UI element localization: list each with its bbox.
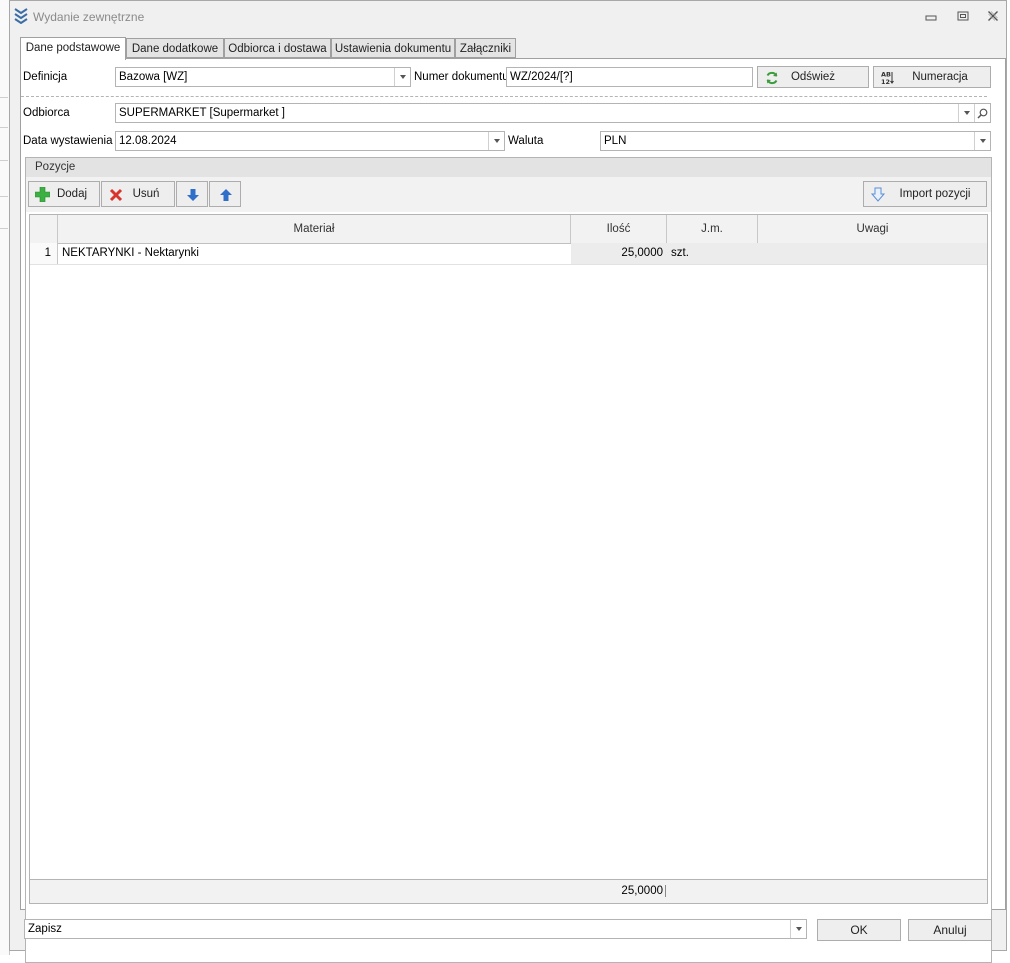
tab-zalaczniki[interactable]: Załączniki bbox=[455, 38, 516, 58]
row-quantity[interactable]: 25,0000 bbox=[571, 243, 667, 264]
positions-grid: Materiał Ilość J.m. Uwagi 1 NEKTARYNKI -… bbox=[29, 214, 988, 904]
chevron-down-icon[interactable] bbox=[958, 104, 974, 122]
tab-dane-dodatkowe[interactable]: Dane dodatkowe bbox=[126, 38, 224, 58]
chevron-down-icon[interactable] bbox=[790, 920, 806, 938]
title-bar: Wydanie zewnętrzne bbox=[10, 1, 1006, 29]
recipient-value: SUPERMARKET [Supermarket ] bbox=[119, 107, 285, 119]
column-header-unit[interactable]: J.m. bbox=[667, 215, 758, 243]
positions-toolbar: Dodaj Usuń Import pozycji bbox=[26, 177, 991, 212]
row-unit[interactable]: szt. bbox=[667, 243, 758, 264]
remove-button[interactable]: Usuń bbox=[101, 181, 175, 207]
currency-select[interactable]: PLN bbox=[600, 131, 991, 151]
doc-number-field[interactable]: WZ/2024/[?] bbox=[506, 67, 753, 87]
tab-dane-podstawowe[interactable]: Dane podstawowe bbox=[20, 37, 126, 60]
dialog-window: Wydanie zewnętrzne Dane podstawowe Dane … bbox=[9, 0, 1007, 963]
search-icon[interactable] bbox=[974, 104, 990, 122]
refresh-label: Odśwież bbox=[790, 71, 836, 83]
column-header-quantity[interactable]: Ilość bbox=[571, 215, 667, 243]
definition-select[interactable]: Bazowa [WZ] bbox=[115, 67, 411, 87]
chevron-down-icon[interactable] bbox=[974, 132, 990, 150]
save-action-select[interactable]: Zapisz bbox=[24, 919, 807, 939]
add-label: Dodaj bbox=[56, 188, 88, 200]
import-positions-label: Import pozycji bbox=[899, 188, 971, 200]
tab-odbiorca-i-dostawa[interactable]: Odbiorca i dostawa bbox=[224, 38, 331, 58]
arrow-up-icon bbox=[218, 187, 233, 202]
currency-label: Waluta bbox=[508, 135, 544, 147]
ok-button[interactable]: OK bbox=[817, 919, 901, 941]
close-icon[interactable] bbox=[985, 8, 1001, 24]
grid-summary-footer: 25,0000 bbox=[29, 879, 988, 904]
numbering-label: Numeracja bbox=[912, 71, 968, 83]
arrow-down-icon bbox=[185, 187, 200, 202]
tab-panel: Definicja Bazowa [WZ] Numer dokumentu WZ… bbox=[20, 58, 1006, 963]
row-notes[interactable] bbox=[758, 243, 987, 264]
app-chevrons-icon bbox=[14, 8, 28, 25]
chevron-down-icon[interactable] bbox=[394, 68, 410, 86]
save-action-value: Zapisz bbox=[28, 923, 62, 935]
move-down-button[interactable] bbox=[176, 181, 208, 207]
column-header-notes[interactable]: Uwagi bbox=[758, 215, 987, 243]
window-title: Wydanie zewnętrzne bbox=[33, 10, 145, 24]
remove-label: Usuń bbox=[132, 188, 160, 200]
row-indicator-header bbox=[30, 215, 58, 243]
import-positions-button[interactable]: Import pozycji bbox=[863, 181, 987, 207]
positions-group-title: Pozycje bbox=[35, 161, 76, 173]
recipient-select[interactable]: SUPERMARKET [Supermarket ] bbox=[115, 103, 991, 123]
refresh-button[interactable]: Odśwież bbox=[757, 66, 869, 88]
issue-date-field[interactable]: 12.08.2024 bbox=[115, 131, 505, 151]
column-header-material[interactable]: Materiał bbox=[58, 215, 571, 243]
move-up-button[interactable] bbox=[209, 181, 241, 207]
grid-header: Materiał Ilość J.m. Uwagi bbox=[30, 215, 987, 244]
total-quantity: 25,0000 bbox=[599, 885, 666, 897]
currency-value: PLN bbox=[604, 135, 627, 147]
add-button[interactable]: Dodaj bbox=[28, 181, 100, 207]
doc-number-value: WZ/2024/[?] bbox=[510, 71, 573, 83]
row-material[interactable]: NEKTARYNKI - Nektarynki bbox=[58, 243, 571, 264]
row-index: 1 bbox=[30, 243, 58, 264]
cancel-button[interactable]: Anuluj bbox=[908, 919, 992, 941]
definition-label: Definicja bbox=[23, 71, 68, 83]
recipient-label: Odbiorca bbox=[23, 107, 70, 119]
minimize-icon[interactable] bbox=[923, 8, 939, 24]
doc-number-label: Numer dokumentu bbox=[414, 71, 509, 83]
issue-date-label: Data wystawienia bbox=[23, 135, 113, 147]
chevron-down-icon[interactable] bbox=[488, 132, 504, 150]
section-divider bbox=[21, 96, 987, 97]
numbering-button[interactable]: AB 12 Numeracja bbox=[873, 66, 991, 88]
positions-group-header: Pozycje bbox=[26, 158, 991, 178]
definition-value: Bazowa [WZ] bbox=[119, 71, 188, 83]
positions-group: Pozycje Dodaj Usuń Import pozycji Materi… bbox=[25, 157, 992, 963]
maximize-icon[interactable] bbox=[955, 8, 971, 24]
tab-ustawienia-dokumentu[interactable]: Ustawienia dokumentu bbox=[331, 38, 455, 58]
table-row[interactable]: 1 NEKTARYNKI - Nektarynki 25,0000 szt. bbox=[30, 243, 987, 265]
issue-date-value: 12.08.2024 bbox=[119, 135, 177, 147]
